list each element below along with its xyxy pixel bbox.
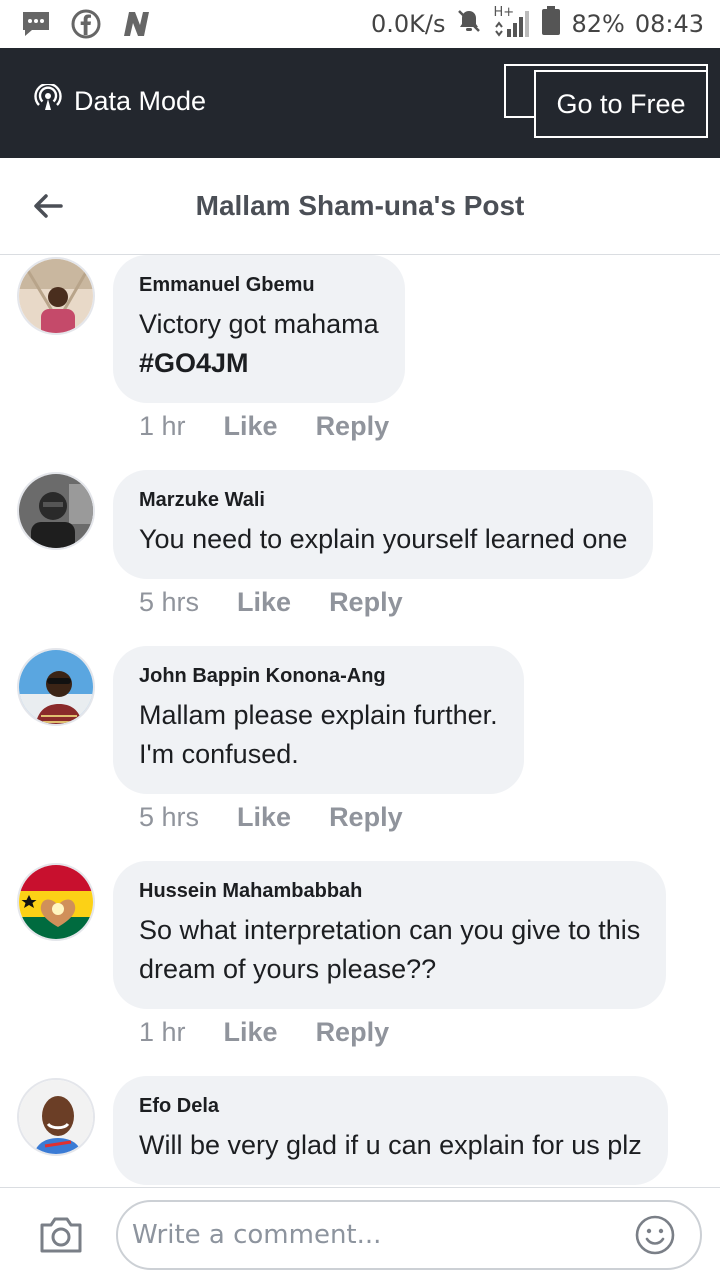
messages-icon bbox=[20, 8, 52, 40]
status-bar: 0.0K/s H+ 82% 08:43 bbox=[0, 0, 720, 48]
data-mode-label: Data Mode bbox=[74, 86, 207, 116]
comment-bubble[interactable]: John Bappin Konona-Ang Mallam please exp… bbox=[113, 646, 524, 794]
comment-text-line: Victory got mahama bbox=[139, 309, 379, 339]
comment-text-line: Mallam please explain further. bbox=[139, 700, 498, 730]
broadcast-icon bbox=[34, 82, 62, 119]
comment-author[interactable]: Marzuke Wali bbox=[139, 488, 627, 512]
data-mode-bar: Data Mode Go to Free bbox=[0, 48, 720, 158]
avatar[interactable] bbox=[17, 648, 95, 726]
network-speed: 0.0K/s bbox=[370, 10, 446, 38]
comment-bubble[interactable]: Emmanuel Gbemu Victory got mahama #GO4JM bbox=[113, 255, 405, 403]
like-button[interactable]: Like bbox=[237, 802, 291, 833]
comment-text-line: So what interpretation can you give to t… bbox=[139, 915, 641, 945]
comment-bubble[interactable]: Efo Dela Will be very glad if u can expl… bbox=[113, 1076, 668, 1185]
reply-button[interactable]: Reply bbox=[329, 587, 403, 618]
avatar[interactable] bbox=[17, 472, 95, 550]
comment-author[interactable]: Emmanuel Gbemu bbox=[139, 273, 379, 297]
like-button[interactable]: Like bbox=[224, 1017, 278, 1048]
like-button[interactable]: Like bbox=[237, 587, 291, 618]
page-title: Mallam Sham-una's Post bbox=[195, 190, 525, 221]
reply-button[interactable]: Reply bbox=[316, 411, 390, 442]
comment-text: Will be very glad if u can explain for u… bbox=[139, 1130, 642, 1160]
comment-text: Victory got mahama #GO4JM bbox=[139, 305, 379, 383]
comment-text: So what interpretation can you give to t… bbox=[139, 911, 640, 989]
like-button[interactable]: Like bbox=[224, 411, 278, 442]
n-app-icon bbox=[120, 8, 152, 40]
mute-icon bbox=[455, 7, 483, 41]
signal-icon: H+ bbox=[493, 5, 531, 39]
comment-bubble[interactable]: Marzuke Wali You need to explain yoursel… bbox=[113, 470, 654, 579]
data-mode-indicator[interactable]: Data Mode bbox=[34, 82, 207, 119]
avatar[interactable] bbox=[17, 257, 95, 335]
comment-meta: 1 hr Like Reply bbox=[139, 411, 427, 442]
clock: 08:43 bbox=[634, 10, 704, 38]
comment-author[interactable]: Hussein Mahambabbah bbox=[139, 879, 640, 903]
comment-author[interactable]: Efo Dela bbox=[139, 1094, 642, 1118]
avatar[interactable] bbox=[17, 1078, 95, 1156]
hashtag-link[interactable]: #GO4JM bbox=[139, 348, 249, 378]
go-to-free-button[interactable]: Go to Free bbox=[534, 70, 708, 138]
comment-author[interactable]: John Bappin Konona-Ang bbox=[139, 664, 498, 688]
battery-icon bbox=[541, 6, 561, 42]
comment-time: 5 hrs bbox=[139, 587, 200, 617]
comment-time: 5 hrs bbox=[139, 802, 200, 832]
emoji-icon[interactable] bbox=[634, 1214, 676, 1256]
avatar[interactable] bbox=[17, 863, 95, 941]
comment-composer bbox=[0, 1187, 720, 1280]
comment-meta: 1 hr Like Reply bbox=[139, 1017, 427, 1048]
comment-time: 1 hr bbox=[139, 411, 186, 441]
comment-input[interactable] bbox=[116, 1200, 702, 1270]
battery-level: 82% bbox=[571, 10, 625, 38]
comment-meta: 5 hrs Like Reply bbox=[139, 802, 441, 833]
comment-bubble[interactable]: Hussein Mahambabbah So what interpretati… bbox=[113, 861, 667, 1009]
reply-button[interactable]: Reply bbox=[329, 802, 403, 833]
comment-text: You need to explain yourself learned one bbox=[139, 524, 628, 554]
facebook-icon bbox=[70, 8, 102, 40]
comment-text: Mallam please explain further. I'm confu… bbox=[139, 696, 498, 774]
comment-time: 1 hr bbox=[139, 1017, 186, 1047]
camera-icon[interactable] bbox=[38, 1215, 84, 1255]
comment-text-line: I'm confused. bbox=[139, 739, 299, 769]
post-header: Mallam Sham-una's Post bbox=[0, 158, 720, 255]
comment-meta: 5 hrs Like Reply bbox=[139, 587, 441, 618]
comment-text-line: dream of yours please?? bbox=[139, 954, 437, 984]
reply-button[interactable]: Reply bbox=[316, 1017, 390, 1048]
